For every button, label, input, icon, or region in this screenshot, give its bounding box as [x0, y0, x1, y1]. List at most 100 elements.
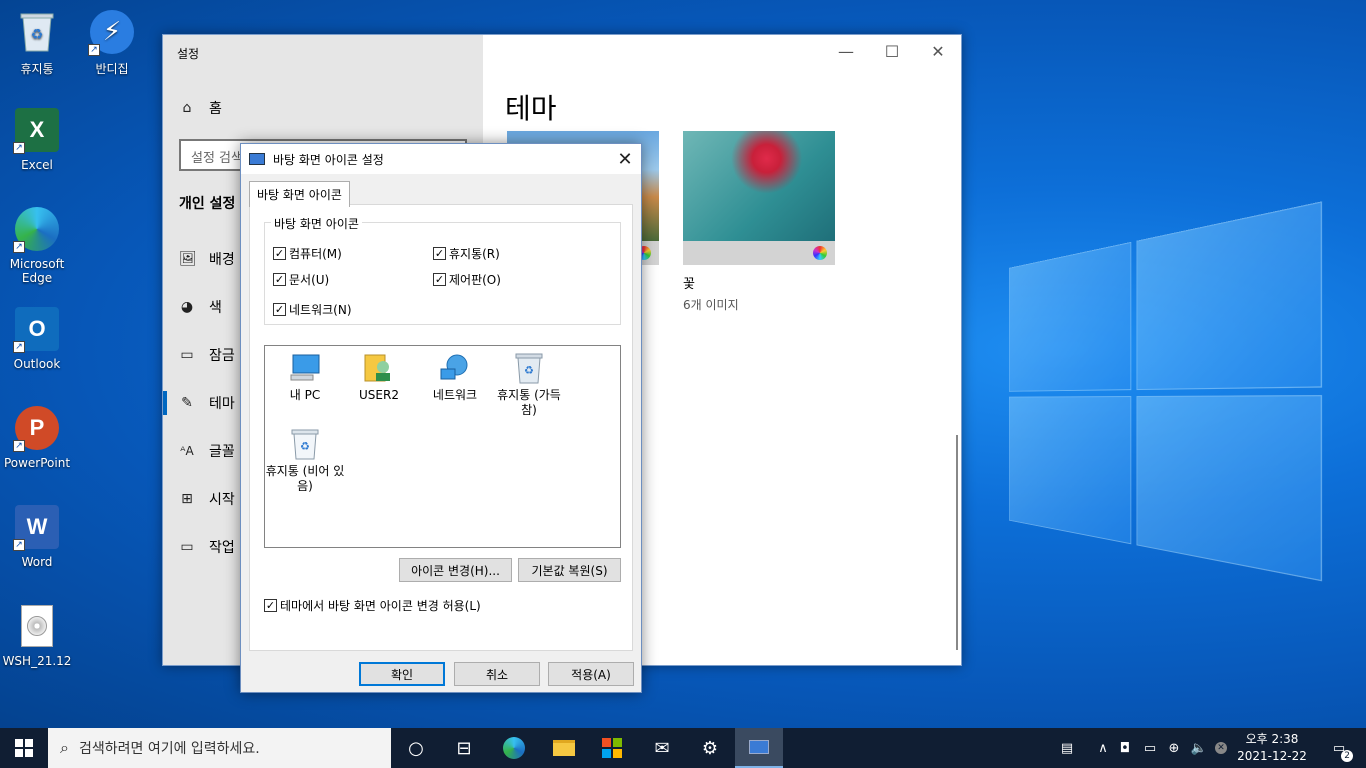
taskbar-mail[interactable]: ✉ — [638, 728, 686, 768]
checkmark-icon: ✓ — [433, 273, 446, 286]
window-title: 설정 — [177, 47, 200, 61]
sidebar-item-taskbar[interactable]: ▭ 작업 — [179, 537, 234, 557]
user-folder-icon — [363, 352, 395, 384]
scrollbar[interactable] — [956, 435, 958, 650]
taskbar-desktop-icon-settings[interactable] — [735, 728, 783, 768]
checkbox-documents[interactable]: ✓ 문서(U) — [273, 271, 329, 288]
computer-icon — [289, 352, 321, 384]
taskbar-edge[interactable] — [490, 728, 538, 768]
icon-list: 내 PC USER2 네트워크 ♻ 휴지통 (가득 참) ♻ 휴지통 (비어 있… — [264, 345, 621, 548]
clock[interactable]: 오후 2:38 2021-12-22 — [1232, 731, 1312, 765]
selected-indicator — [163, 391, 167, 415]
desktop-icon-excel[interactable]: X ↗ Excel — [0, 106, 74, 172]
notification-center-button[interactable]: ▭ 2 — [1322, 728, 1356, 768]
list-item-network[interactable]: 네트워크 — [415, 352, 495, 403]
desktop-icon-label: Word — [21, 555, 53, 569]
battery-button[interactable]: ▭ — [1140, 728, 1160, 768]
checkmark-icon: ✓ — [273, 303, 286, 316]
svg-text:♻: ♻ — [31, 27, 44, 43]
excel-icon: X ↗ — [13, 106, 61, 154]
home-icon: ⌂ — [182, 100, 192, 116]
store-bag-icon — [602, 738, 622, 758]
cortana-button[interactable]: ○ — [392, 728, 440, 768]
desktop-icon-edge[interactable]: ↗ Microsoft Edge — [0, 205, 74, 285]
gear-icon: ⚙ — [701, 737, 719, 759]
dialog-titlebar: 바탕 화면 아이콘 설정 — [241, 144, 641, 174]
dialog-close-button[interactable]: ✕ — [609, 144, 641, 174]
cancel-button[interactable]: 취소 — [454, 662, 540, 686]
taskbar-store[interactable] — [588, 728, 636, 768]
desktop-icon-word[interactable]: W ↗ Word — [0, 503, 74, 569]
mail-icon: ✉ — [654, 737, 670, 759]
desktop-icon-label: Excel — [21, 158, 53, 172]
notification-badge: 2 — [1341, 749, 1354, 762]
start-button[interactable] — [0, 728, 48, 768]
folder-icon — [553, 740, 575, 756]
checkbox-computer[interactable]: ✓ 컴퓨터(M) — [273, 245, 342, 262]
desktop-icon-wsh[interactable]: WSH_21.12 — [0, 602, 74, 668]
network-tray-button[interactable]: ⊕ — [1164, 728, 1184, 768]
sidebar-item-fonts[interactable]: ᴬA 글꼴 — [179, 441, 234, 461]
desktop-icon-recycle-bin[interactable]: ♻ 휴지통 — [0, 8, 74, 77]
svg-text:♻: ♻ — [300, 440, 310, 453]
desktop-icon-label: Outlook — [13, 357, 61, 371]
clock-time: 오후 2:38 — [1245, 732, 1299, 746]
desktop-icon-outlook[interactable]: O ↗ Outlook — [0, 305, 74, 371]
checkbox-control-panel[interactable]: ✓ 제어판(O) — [433, 271, 501, 288]
tray-status-button[interactable]: ✕ — [1212, 728, 1230, 768]
desktop-icons-group: 바탕 화면 아이콘 ✓ 컴퓨터(M) ✓ 휴지통(R) ✓ 문서(U) ✓ 제어판(O)… — [264, 215, 621, 325]
tab-desktop-icons[interactable]: 바탕 화면 아이콘 — [249, 181, 350, 207]
sidebar-item-themes[interactable]: ✎ 테마 — [179, 393, 235, 413]
list-item-this-pc[interactable]: 내 PC — [265, 352, 345, 403]
sidebar-item-start[interactable]: ⊞ 시작 — [179, 489, 235, 509]
taskbar-search-input[interactable]: ⌕ 검색하려면 여기에 입력하세요. — [48, 728, 391, 768]
apply-button[interactable]: 적용(A) — [548, 662, 634, 686]
checkmark-icon: ✓ — [264, 599, 277, 612]
restore-default-button[interactable]: 기본값 복원(S) — [518, 558, 621, 582]
taskbar: ⌕ 검색하려면 여기에 입력하세요. ○ ⊟ ✉ ⚙ ▤ ∧ ◘ ▭ ⊕ 🔈 ✕… — [0, 728, 1366, 768]
sidebar-item-color[interactable]: ◕ 색 — [179, 297, 222, 317]
desktop-icon-powerpoint[interactable]: P ↗ PowerPoint — [0, 404, 74, 470]
news-widget-button[interactable]: ▤ — [1052, 728, 1082, 768]
tray-app-button[interactable]: ◘ — [1116, 728, 1134, 768]
svg-text:♻: ♻ — [524, 364, 534, 377]
disc-image-file-icon — [13, 602, 61, 650]
checkmark-icon: ✓ — [433, 247, 446, 260]
desktop-icon-label: 반디집 — [95, 62, 129, 76]
change-icon-button[interactable]: 아이콘 변경(H)... — [399, 558, 512, 582]
desktop-icon-label: Microsoft Edge — [9, 257, 65, 285]
list-item-user-folder[interactable]: USER2 — [339, 352, 419, 403]
taskbar-settings[interactable]: ⚙ — [686, 728, 734, 768]
checkbox-recycle-bin[interactable]: ✓ 휴지통(R) — [433, 245, 500, 262]
font-icon: ᴬA — [180, 444, 194, 458]
display-settings-icon — [249, 153, 265, 165]
theme-brush-icon: ✎ — [181, 395, 193, 411]
maximize-button[interactable]: ☐ — [869, 35, 915, 67]
windows-logo-wallpaper — [1008, 197, 1342, 603]
theme-card-flowers[interactable]: 꽃 6개 이미지 — [683, 131, 835, 313]
desktop-icon-label: PowerPoint — [3, 456, 71, 470]
volume-button[interactable]: 🔈 — [1188, 728, 1210, 768]
chevron-up-icon: ∧ — [1098, 740, 1108, 756]
desktop-icon-label: 휴지통 — [20, 62, 54, 76]
sidebar-item-lockscreen[interactable]: ▭ 잠금 — [179, 345, 234, 365]
taskbar-file-explorer[interactable] — [540, 728, 588, 768]
list-item-recycle-bin-empty[interactable]: ♻ 휴지통 (비어 있음) — [265, 428, 345, 494]
close-button[interactable]: ✕ — [915, 35, 961, 67]
taskbar-icon: ▭ — [180, 539, 194, 555]
minimize-button[interactable]: — — [823, 35, 869, 67]
checkbox-network[interactable]: ✓ 네트워크(N) — [273, 301, 352, 318]
task-view-button[interactable]: ⊟ — [440, 728, 488, 768]
display-settings-icon — [749, 740, 769, 754]
show-hidden-icons-button[interactable]: ∧ — [1094, 728, 1112, 768]
theme-name: 꽃 — [683, 277, 695, 292]
ok-button[interactable]: 확인 — [359, 662, 445, 686]
checkbox-allow-themes[interactable]: ✓ 테마에서 바탕 화면 아이콘 변경 허용(L) — [264, 597, 481, 614]
search-icon: ⌕ — [60, 738, 69, 757]
sidebar-item-home[interactable]: ⌂ 홈 — [179, 98, 222, 118]
news-icon: ▤ — [1060, 740, 1074, 756]
windows-logo-icon — [15, 739, 33, 757]
list-item-recycle-bin-full[interactable]: ♻ 휴지통 (가득 참) — [489, 352, 569, 418]
desktop-icon-bandizip[interactable]: ⚡ ↗ 반디집 — [75, 8, 149, 77]
sidebar-item-background[interactable]: 🖼 배경 — [179, 249, 235, 269]
